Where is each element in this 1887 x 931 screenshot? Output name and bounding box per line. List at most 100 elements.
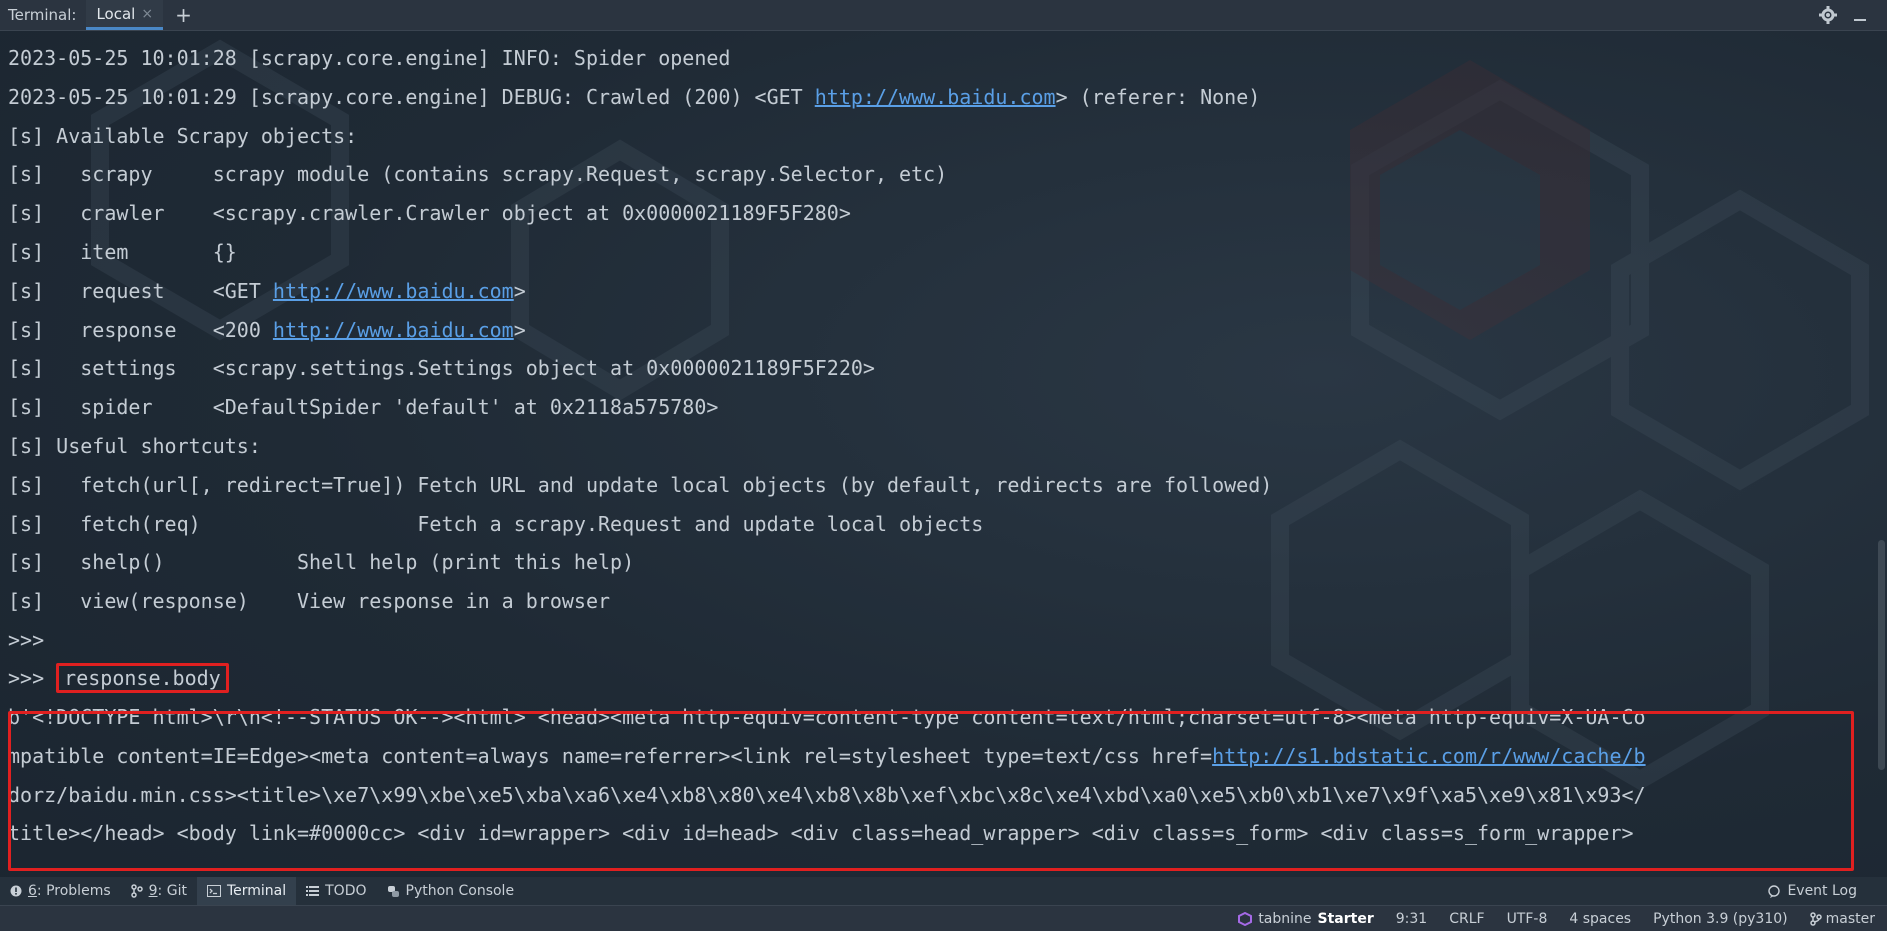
lines-line: [s] fetch(req) Fetch a scrapy.Request an… bbox=[8, 505, 1873, 544]
toolwindow-problems-button[interactable]: 6: Problems bbox=[0, 877, 121, 905]
tabnine-status[interactable]: tabnine Starter bbox=[1238, 910, 1374, 927]
event-log-label: Event Log bbox=[1787, 883, 1857, 899]
lines-line: [s] shelp() Shell help (print this help) bbox=[8, 543, 1873, 582]
lines-line: [s] Useful shortcuts: bbox=[8, 427, 1873, 466]
terminal-output[interactable]: 2023-05-25 10:01:28 [scrapy.core.engine]… bbox=[8, 39, 1873, 660]
tab-local[interactable]: Local × bbox=[86, 0, 164, 30]
lines-line: 2023-05-25 10:01:28 [scrapy.core.engine]… bbox=[8, 39, 1873, 78]
lines-line: >>> bbox=[8, 621, 1873, 660]
lines-text: [s] scrapy scrapy module (contains scrap… bbox=[8, 162, 948, 187]
scrollbar-thumb[interactable] bbox=[1878, 540, 1885, 770]
lines-text: [s] request <GET bbox=[8, 278, 273, 303]
lines-text: [s] view(response) View response in a br… bbox=[8, 589, 611, 614]
new-tab-button[interactable]: + bbox=[175, 3, 192, 27]
lines-line: [s] request <GET http://www.baidu.com> bbox=[8, 272, 1873, 311]
git-branch-icon bbox=[1809, 911, 1822, 926]
lines-text: > bbox=[513, 278, 526, 303]
indent-setting[interactable]: 4 spaces bbox=[1569, 911, 1631, 927]
toolwindow-shortcut-number: 9 bbox=[148, 883, 158, 899]
lines-text: > bbox=[513, 317, 526, 342]
lines-text: 2023-05-25 10:01:29 [scrapy.core.engine]… bbox=[8, 84, 815, 109]
lines-line: [s] item {} bbox=[8, 233, 1873, 272]
toolwindow-todo-button[interactable]: TODO bbox=[296, 877, 376, 905]
toolwindow-label: Terminal bbox=[227, 883, 286, 899]
python-interpreter[interactable]: Python 3.9 (py310) bbox=[1653, 911, 1788, 927]
command-line: >>> response.body bbox=[8, 659, 229, 698]
toolwindow-git-button[interactable]: 9: Git bbox=[121, 877, 197, 905]
lines-text: [s] crawler <scrapy.crawler.Crawler obje… bbox=[8, 201, 851, 226]
lines-line: [s] view(response) View response in a br… bbox=[8, 582, 1873, 621]
toolwindow-label: Python Console bbox=[406, 883, 515, 899]
lines-text: 2023-05-25 10:01:28 [scrapy.core.engine]… bbox=[8, 46, 731, 70]
terminal-tool-label: Terminal: bbox=[8, 6, 77, 24]
lines-text: [s] shelp() Shell help (print this help) bbox=[8, 550, 635, 575]
lines-line: [s] fetch(url[, redirect=True]) Fetch UR… bbox=[8, 466, 1873, 505]
toolwindow-label: 6: Problems bbox=[28, 883, 111, 899]
lines-text: [s] settings <scrapy.settings.Settings o… bbox=[8, 356, 875, 381]
highlighted-command: response.body bbox=[56, 663, 229, 693]
lines-text: [s] Available Scrapy objects: bbox=[8, 123, 358, 148]
problems-icon bbox=[10, 885, 22, 897]
lines-text: [s] item {} bbox=[8, 239, 237, 264]
body_lines-line: b'<!DOCTYPE html>\r\n<!--STATUS OK--><ht… bbox=[8, 698, 1878, 737]
toolwindow-label-text: TODO bbox=[325, 883, 367, 899]
lines-text: > (referer: None) bbox=[1055, 84, 1261, 109]
body_lines-text: b'<!DOCTYPE html>\r\n<!--STATUS OK--><ht… bbox=[8, 705, 1646, 729]
lines-text: [s] fetch(url[, redirect=True]) Fetch UR… bbox=[8, 472, 1273, 497]
lines-line: [s] crawler <scrapy.crawler.Crawler obje… bbox=[8, 194, 1873, 233]
tab-local-label: Local bbox=[96, 4, 136, 23]
response-body-output[interactable]: b'<!DOCTYPE html>\r\n<!--STATUS OK--><ht… bbox=[8, 698, 1878, 874]
status-bar: tabnine Starter 9:31 CRLF UTF-8 4 spaces… bbox=[0, 905, 1887, 931]
git-branch-widget[interactable]: master bbox=[1809, 910, 1875, 927]
toolwindow-shortcut-number: 6 bbox=[28, 883, 37, 899]
line-separator[interactable]: CRLF bbox=[1449, 911, 1484, 927]
ide-window: Terminal: Local × + 2023-05-25 10:01:28 … bbox=[0, 0, 1887, 931]
lines-text: [s] Useful shortcuts: bbox=[8, 433, 261, 458]
lines-text: [s] spider <DefaultSpider 'default' at 0… bbox=[8, 395, 719, 420]
body_lines-text: dorz/baidu.min.css><title>\xe7\x99\xbe\x… bbox=[8, 782, 1646, 807]
toolwindow-label: 9: Git bbox=[149, 883, 187, 899]
toolwindow-label-text: Terminal bbox=[226, 883, 287, 899]
list-icon bbox=[306, 885, 320, 897]
tool-window-bar: 6: Problems 9: Git Terminal TODO Python Cons… bbox=[0, 877, 1887, 905]
body_lines-text: mpatible content=IE=Edge><meta content=a… bbox=[8, 743, 1213, 768]
toolwindow-label-text: Python Console bbox=[405, 883, 515, 899]
url-link[interactable]: http://www.baidu.com bbox=[273, 318, 514, 342]
lines-line: [s] response <200 http://www.baidu.com> bbox=[8, 311, 1873, 350]
url-link[interactable]: http://s1.bdstatic.com/r/www/cache/b bbox=[1212, 744, 1645, 768]
tabnine-prefix: tabnine bbox=[1258, 910, 1312, 927]
lines-text: [s] fetch(req) Fetch a scrapy.Request an… bbox=[8, 511, 984, 536]
toolwindow-terminal-button[interactable]: Terminal bbox=[196, 877, 297, 905]
toolwindow-python-console-button[interactable]: Python Console bbox=[377, 877, 525, 905]
body_lines-text: title></head> <body link=#0000cc> <div i… bbox=[8, 821, 1634, 846]
close-icon[interactable]: × bbox=[141, 6, 153, 22]
tabnine-plan: Starter bbox=[1317, 910, 1374, 927]
event-log-icon bbox=[1768, 884, 1781, 898]
lines-line: [s] settings <scrapy.settings.Settings o… bbox=[8, 349, 1873, 388]
lines-line: 2023-05-25 10:01:29 [scrapy.core.engine]… bbox=[8, 78, 1873, 117]
terminal-tab-bar: Terminal: Local × + bbox=[0, 0, 1887, 31]
event-log-button[interactable]: Event Log bbox=[1768, 883, 1887, 899]
git-branch-name: master bbox=[1825, 910, 1875, 927]
file-encoding[interactable]: UTF-8 bbox=[1507, 911, 1548, 927]
body_lines-line: dorz/baidu.min.css><title>\xe7\x99\xbe\x… bbox=[8, 776, 1878, 815]
vertical-scrollbar[interactable] bbox=[1875, 30, 1887, 875]
terminal-icon bbox=[206, 885, 221, 897]
toolwindow-label-text: : Problems bbox=[36, 883, 111, 899]
toolwindow-label: TODO bbox=[325, 883, 366, 899]
lines-text: >>> bbox=[8, 627, 45, 652]
lines-text: [s] response <200 bbox=[8, 317, 273, 342]
body_lines-line: mpatible content=IE=Edge><meta content=a… bbox=[8, 737, 1878, 776]
url-link[interactable]: http://www.baidu.com bbox=[815, 85, 1056, 109]
url-link[interactable]: http://www.baidu.com bbox=[273, 279, 514, 303]
lines-line: [s] scrapy scrapy module (contains scrap… bbox=[8, 155, 1873, 194]
prompt: >>> bbox=[8, 666, 57, 690]
body_lines-line: title></head> <body link=#0000cc> <div i… bbox=[8, 814, 1878, 853]
tabnine-icon bbox=[1238, 911, 1253, 926]
lines-line: [s] spider <DefaultSpider 'default' at 0… bbox=[8, 388, 1873, 427]
gear-icon[interactable] bbox=[1819, 6, 1837, 24]
cursor-position[interactable]: 9:31 bbox=[1396, 911, 1427, 927]
minimize-icon[interactable] bbox=[1853, 8, 1867, 22]
python-icon bbox=[387, 885, 400, 898]
lines-line: [s] Available Scrapy objects: bbox=[8, 117, 1873, 156]
